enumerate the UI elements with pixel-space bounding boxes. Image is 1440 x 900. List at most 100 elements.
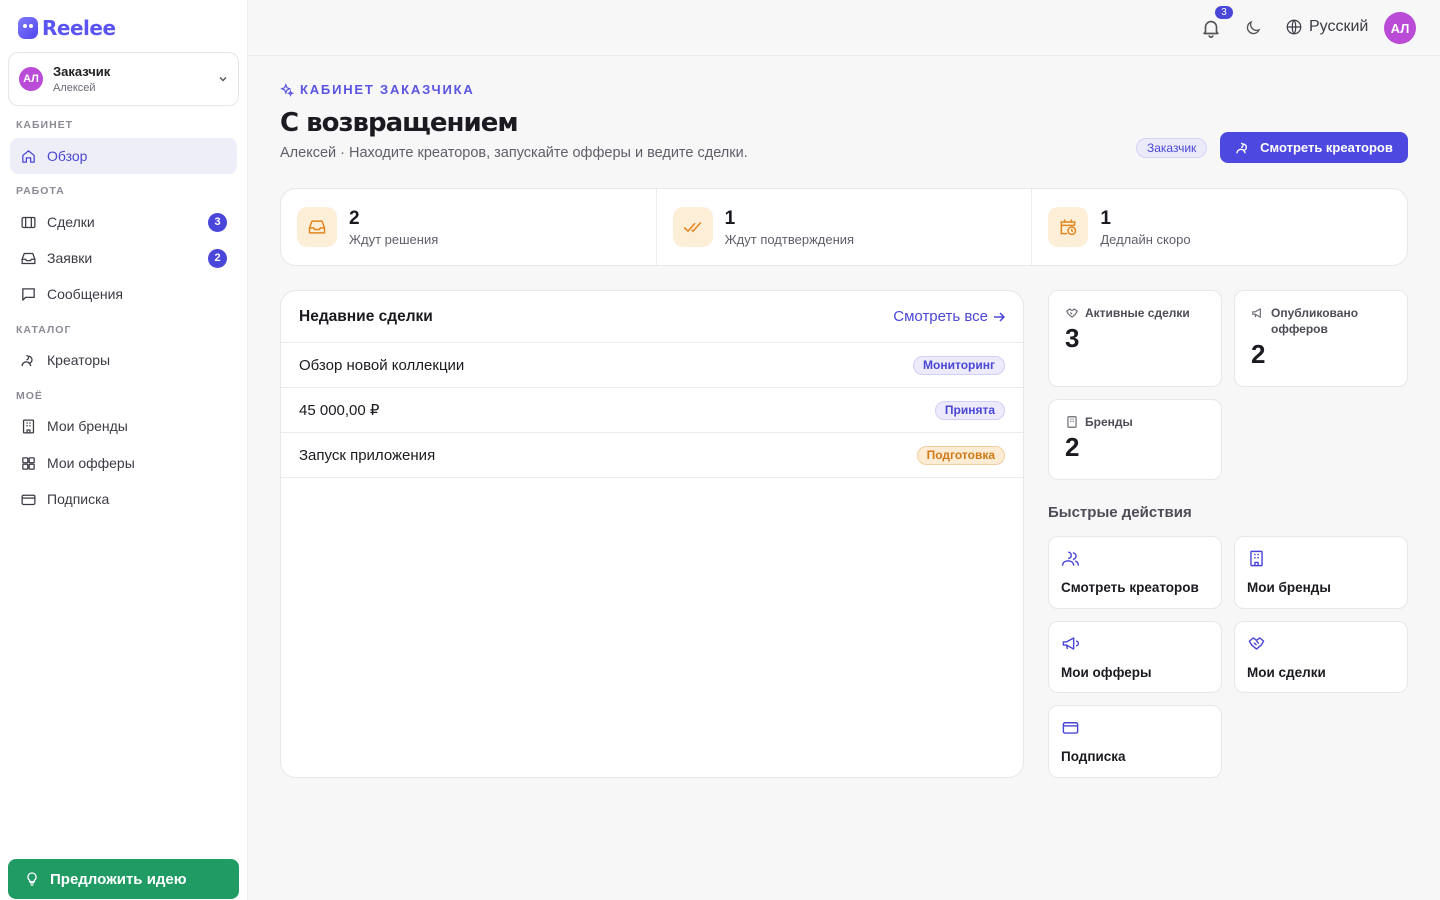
kpi-value: 2 [1251,339,1266,369]
calendar-clock-icon [1048,207,1089,247]
sidebar-item-subscription[interactable]: Подписка [10,481,237,517]
kpi-label: Бренды [1085,415,1133,429]
page-title: С возвращением [280,108,519,138]
avatar: АЛ [19,67,43,91]
stat-label: Ждут подтверждения [724,231,855,247]
recent-deals-card: Недавние сделки Смотреть все Обзор новой… [280,290,1024,778]
kpi-label: Активные сделки [1085,306,1190,320]
role-badge: Заказчик [1136,138,1208,158]
table-row[interactable]: Обзор новой коллекции Мониторинг [281,343,1023,388]
bell-icon[interactable] [1200,17,1222,39]
stat-value: 1 [1100,207,1111,229]
sidebar-item-label: Заявки [47,250,93,266]
browse-creators-label: Смотреть креаторов [1260,140,1393,155]
view-all-link[interactable]: Смотреть все [893,308,1005,325]
sidebar-item-creators[interactable]: Креаторы [10,342,237,378]
message-icon [22,287,35,301]
stat-label: Ждут решения [349,231,439,247]
quick-action-my-offers[interactable]: Мои офферы [1048,621,1222,693]
sidebar-item-label: Сделки [47,214,95,230]
account-role: Заказчик [53,64,111,79]
credit-card-icon [1062,722,1079,734]
quick-action-label: Смотреть креаторов [1061,580,1199,595]
section-label-mine: МОЁ [16,390,43,402]
app-logo[interactable]: Reelee [18,16,116,40]
sparkles-icon [280,82,294,97]
deal-name: Обзор новой коллекции [299,356,465,374]
suggest-idea-button[interactable]: Предложить идею [8,859,239,899]
handshake-icon [21,216,36,228]
sidebar-item-label: Подписка [47,491,110,507]
sidebar-item-label: Обзор [47,148,88,164]
quick-action-label: Мои бренды [1247,580,1331,595]
kpi-brands[interactable]: Бренды 2 [1048,399,1222,480]
app-name: Reelee [42,16,116,40]
view-all-label: Смотреть все [893,308,988,325]
section-label-cabinet: КАБИНЕТ [16,119,74,131]
building-icon [22,418,35,434]
kpi-active-deals[interactable]: Активные сделки 3 [1048,290,1222,387]
notification-count-badge: 3 [1215,6,1233,19]
sidebar-item-label: Креаторы [47,352,111,368]
topbar: 3 Русский АЛ [248,0,1440,56]
table-row[interactable]: Запуск приложения Подготовка [281,433,1023,478]
stat-pending-decision[interactable]: 2 Ждут решения [281,189,657,265]
stat-pending-confirmation[interactable]: 1 Ждут подтверждения [657,189,1033,265]
quick-action-label: Мои сделки [1247,665,1326,680]
quick-action-subscription[interactable]: Подписка [1048,705,1222,778]
users-icon [1061,551,1080,566]
deals-count-badge: 3 [208,212,227,232]
building-icon [1250,550,1263,567]
stat-deadline-soon[interactable]: 1 Дедлайн скоро [1032,189,1407,265]
sidebar: Reelee АЛ Заказчик Алексей КАБИНЕТ Обзор… [0,0,248,900]
page-subtitle: Алексей · Находите креаторов, запускайте… [280,145,748,161]
credit-card-icon [21,494,36,505]
kpi-value: 2 [1065,432,1080,462]
quick-action-label: Подписка [1061,749,1126,764]
kpi-published-offers[interactable]: Опубликовано офферов 2 [1234,290,1408,387]
chevron-down-icon [219,77,227,82]
account-switcher[interactable]: АЛ Заказчик Алексей [8,52,239,106]
megaphone-icon [1062,637,1080,650]
page-eyebrow: КАБИНЕТ ЗАКАЗЧИКА [280,82,475,97]
user-avatar[interactable]: АЛ [1384,12,1416,44]
quick-action-my-brands[interactable]: Мои бренды [1234,536,1408,609]
sidebar-item-label: Мои офферы [47,455,135,471]
moon-icon[interactable] [1244,19,1262,37]
language-label: Русский [1309,18,1369,35]
users-icon [1236,142,1248,153]
arrow-right-icon [994,311,1005,322]
kpi-label: Опубликовано офферов [1271,306,1359,336]
handshake-icon [1248,637,1265,650]
stats-panel: 2 Ждут решения 1 Ждут подтверждения 1 Де… [280,188,1408,266]
users-icon [21,354,33,366]
browse-creators-button[interactable]: Смотреть креаторов [1220,132,1408,163]
grid-icon [22,456,35,470]
sidebar-item-my-brands[interactable]: Мои бренды [10,408,237,444]
inbox-icon [297,207,337,247]
section-label-catalog: КАТАЛОГ [16,324,72,336]
table-row[interactable]: 45 000,00 ₽ Принята [281,388,1023,433]
stat-value: 1 [724,207,736,229]
status-badge: Принята [934,400,1005,420]
sidebar-item-label: Сообщения [47,286,123,302]
sidebar-item-requests[interactable]: Заявки 2 [10,240,237,276]
building-icon [1067,416,1077,428]
quick-action-browse-creators[interactable]: Смотреть креаторов [1048,536,1222,609]
handshake-icon [1066,308,1078,318]
sidebar-item-label: Мои бренды [47,418,128,434]
inbox-icon [21,252,36,264]
sidebar-item-overview[interactable]: Обзор [10,138,237,174]
quick-action-label: Мои офферы [1061,665,1152,680]
language-selector[interactable]: Русский [1285,18,1368,36]
home-icon [22,149,35,163]
megaphone-icon [1252,308,1261,318]
quick-action-my-deals[interactable]: Мои сделки [1234,621,1408,693]
stat-value: 2 [349,207,360,229]
eyebrow-label: КАБИНЕТ ЗАКАЗЧИКА [300,82,475,97]
sidebar-item-my-offers[interactable]: Мои офферы [10,445,237,481]
quick-actions-title: Быстрые действия [1048,504,1192,521]
sidebar-item-deals[interactable]: Сделки 3 [10,204,237,240]
sidebar-item-messages[interactable]: Сообщения [10,276,237,312]
deal-name: 45 000,00 ₽ [299,402,380,419]
